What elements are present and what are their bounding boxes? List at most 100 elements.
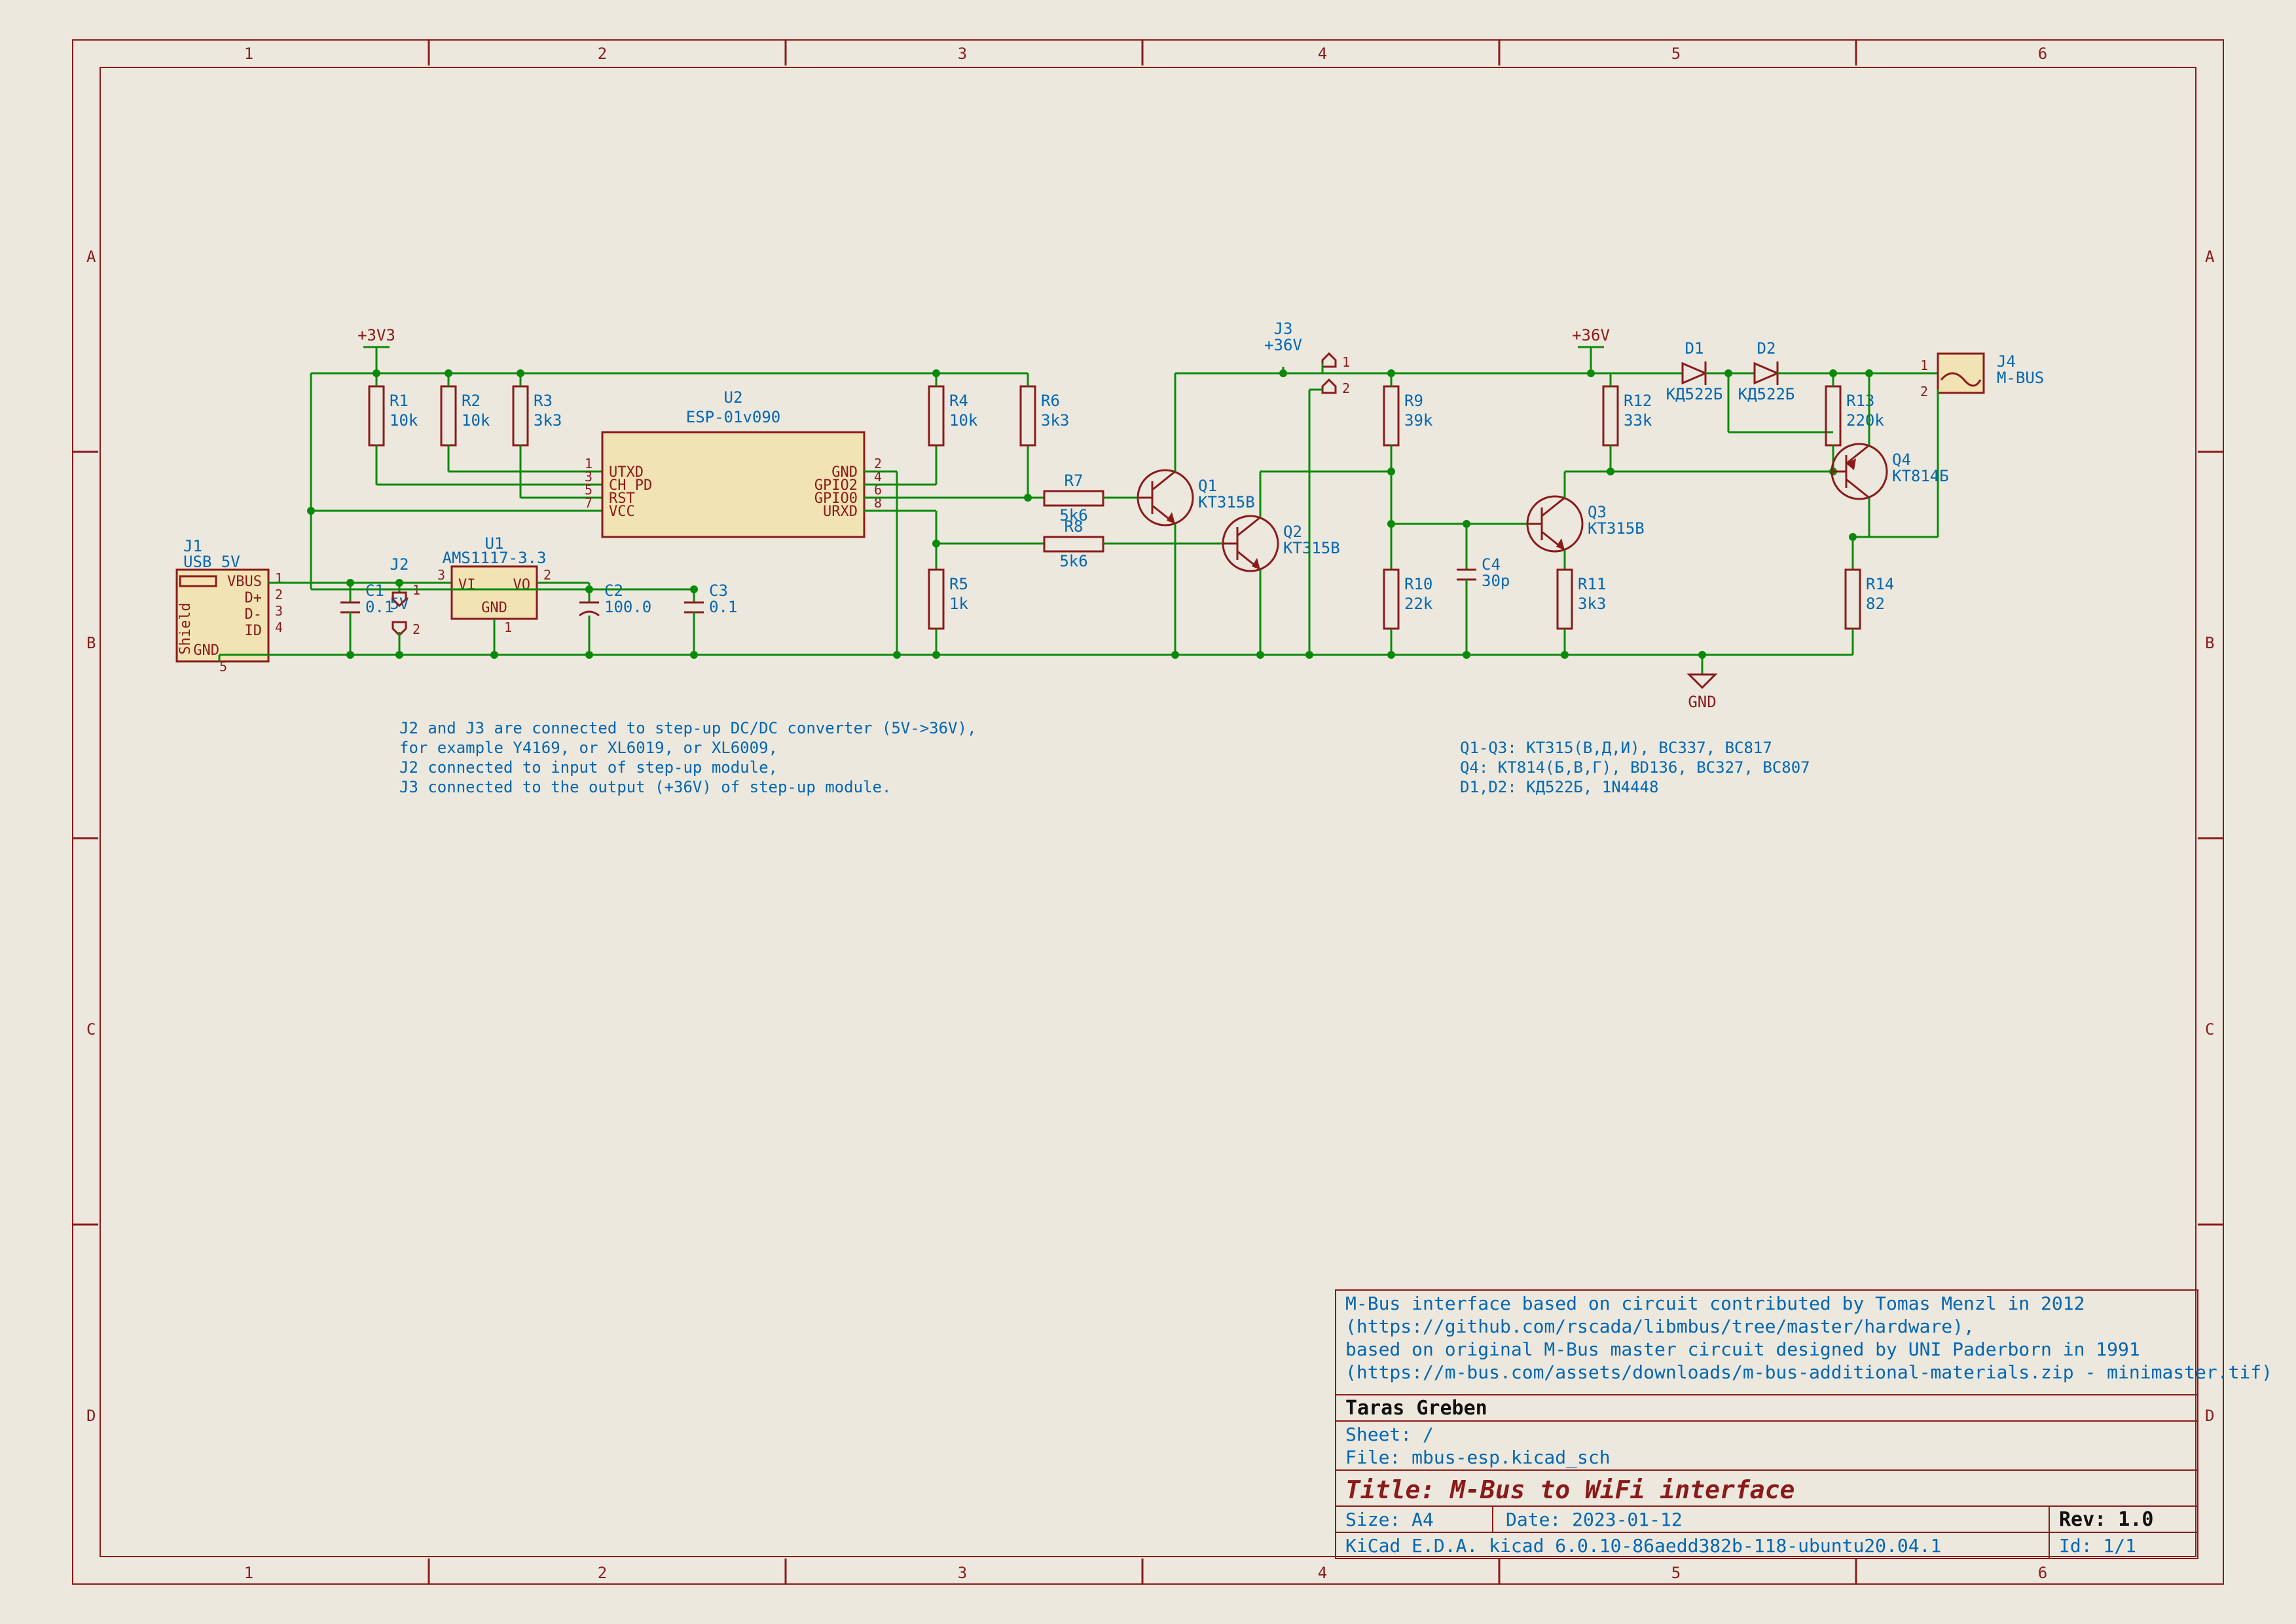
- j3-conn: J3 +36V 1 2: [1264, 320, 1350, 659]
- c4-val: 30p: [1482, 572, 1510, 590]
- svg-text:Q4: КТ814(Б,В,Г), BD136, BC327: Q4: КТ814(Б,В,Г), BD136, BC327, BC807: [1460, 758, 1810, 777]
- r12-val: 33k: [1624, 411, 1652, 430]
- c4-ref: C4: [1482, 555, 1501, 574]
- svg-text:1: 1: [1342, 354, 1350, 370]
- j2-conn: J2 5V 1 2: [390, 555, 421, 655]
- row-d-left: D: [86, 1407, 96, 1425]
- svg-text:Q1-Q3: КТ315(В,Д,И), BC337, BC: Q1-Q3: КТ315(В,Д,И), BC337, BC817: [1460, 739, 1772, 757]
- tb-title: Title: M-Bus to WiFi interface: [1345, 1475, 1795, 1504]
- row-c-right: C: [2205, 1020, 2214, 1039]
- r10-val: 22k: [1404, 595, 1433, 613]
- svg-text:J3 connected to the output (+3: J3 connected to the output (+36V) of ste…: [399, 778, 891, 796]
- note-right: Q1-Q3: КТ315(В,Д,И), BC337, BC817 Q4: КТ…: [1460, 739, 1810, 796]
- r10-ref: R10: [1404, 575, 1432, 593]
- svg-text:4: 4: [275, 619, 283, 635]
- j4-val: M-BUS: [1997, 369, 2044, 387]
- q4-transistor: Q4 КТ814Б: [1832, 444, 1949, 499]
- col-1-bot: 1: [244, 1564, 253, 1582]
- r14-ref: R14: [1866, 575, 1894, 593]
- tb-c3: based on original M-Bus master circuit d…: [1345, 1338, 2140, 1360]
- r13-val: 220k: [1846, 411, 1884, 430]
- r4: R4 10k: [929, 373, 978, 445]
- svg-text:7: 7: [585, 495, 592, 511]
- note-left: J2 and J3 are connected to step-up DC/DC…: [399, 719, 976, 796]
- c2-ref: C2: [604, 581, 623, 600]
- r3-ref: R3: [534, 392, 553, 410]
- r8-ref: R8: [1065, 517, 1084, 536]
- col-2-top: 2: [598, 45, 607, 63]
- u1-val: AMS1117-3.3: [443, 549, 547, 567]
- svg-text:ID: ID: [245, 623, 263, 639]
- col-4-top: 4: [1318, 45, 1327, 63]
- q1-val: КТ315В: [1198, 493, 1255, 511]
- row-a-left: A: [86, 248, 96, 266]
- r6-val: 3k3: [1041, 411, 1069, 430]
- q3-transistor: Q3 КТ315В: [1527, 496, 1645, 551]
- svg-text:3: 3: [437, 567, 445, 583]
- col-5-bot: 5: [1671, 1564, 1681, 1582]
- j4-ref: J4: [1997, 352, 2016, 371]
- col-5-top: 5: [1671, 45, 1681, 63]
- svg-text:2: 2: [1342, 380, 1350, 396]
- j1-val: USB 5V: [183, 553, 240, 571]
- r1-val: 10k: [390, 411, 418, 430]
- d2-ref: D2: [1757, 339, 1776, 358]
- svg-text:Shield: Shield: [177, 602, 194, 654]
- tb-rev: Rev: 1.0: [2059, 1508, 2154, 1531]
- j3-ref: J3: [1274, 320, 1293, 338]
- c1-ref: C1: [365, 581, 384, 600]
- r2-val: 10k: [462, 411, 490, 430]
- u2-ref: U2: [724, 388, 743, 407]
- svg-text:J2 connected to input of step-: J2 connected to input of step-up module,: [399, 758, 778, 777]
- c1: C1 0.1: [340, 581, 393, 655]
- j2-ref: J2: [390, 555, 409, 574]
- svg-text:GND: GND: [481, 600, 507, 616]
- row-a-right: A: [2205, 248, 2215, 266]
- col-3-top: 3: [958, 45, 967, 63]
- tb-company: Taras Greben: [1345, 1397, 1487, 1420]
- svg-text:2: 2: [1920, 384, 1928, 399]
- svg-text:1: 1: [504, 619, 512, 635]
- j3-val: +36V: [1264, 336, 1302, 354]
- col-2-bot: 2: [598, 1564, 607, 1582]
- d1-val: КД522Б: [1666, 385, 1723, 403]
- svg-text:D1,D2: КД522Б, 1N4448: D1,D2: КД522Б, 1N4448: [1460, 778, 1658, 796]
- row-c-left: C: [86, 1020, 96, 1039]
- r5-ref: R5: [949, 575, 968, 593]
- q4-ref: Q4: [1892, 451, 1911, 469]
- r3-val: 3k3: [534, 411, 562, 430]
- r5-val: 1k: [949, 595, 968, 613]
- col-6-top: 6: [2038, 45, 2047, 63]
- col-4-bot: 4: [1318, 1564, 1327, 1582]
- r10: R10 22k: [1384, 570, 1433, 655]
- r4-val: 10k: [949, 411, 978, 430]
- tb-gen: KiCad E.D.A. kicad 6.0.10-86aedd382b-118…: [1345, 1535, 1941, 1557]
- r1-ref: R1: [390, 392, 409, 410]
- r12-ref: R12: [1624, 392, 1652, 410]
- svg-text:3: 3: [275, 603, 283, 619]
- r2: R2 10k: [441, 373, 490, 471]
- r7: R7 5k6: [1044, 471, 1103, 525]
- svg-text:for example Y4169, or XL6019,: for example Y4169, or XL6019, or XL6009,: [399, 739, 778, 757]
- d1-ref: D1: [1685, 339, 1704, 358]
- svg-text:2: 2: [412, 621, 420, 637]
- r4-ref: R4: [949, 392, 968, 410]
- svg-text:2: 2: [275, 587, 283, 602]
- r14: R14 82: [1846, 570, 1894, 655]
- q2-transistor: Q2 КТ315В: [1223, 516, 1340, 571]
- r9-val: 39k: [1404, 411, 1433, 430]
- tb-date: Date: 2023-01-12: [1506, 1509, 1683, 1530]
- r11-val: 3k3: [1578, 595, 1606, 613]
- u2-urxd: URXD: [823, 504, 858, 520]
- svg-text:1: 1: [1920, 358, 1928, 373]
- r1: R1 10k: [369, 373, 418, 485]
- row-d-right: D: [2205, 1407, 2214, 1425]
- 3v3-label: +3V3: [357, 326, 395, 344]
- q3-ref: Q3: [1588, 503, 1607, 521]
- row-b-left: B: [86, 634, 96, 652]
- tb-id: Id: 1/1: [2059, 1535, 2136, 1557]
- r11-ref: R11: [1578, 575, 1606, 593]
- c3-val: 0.1: [709, 598, 737, 616]
- svg-text:VO: VO: [513, 577, 531, 593]
- svg-text:D-: D-: [245, 606, 263, 623]
